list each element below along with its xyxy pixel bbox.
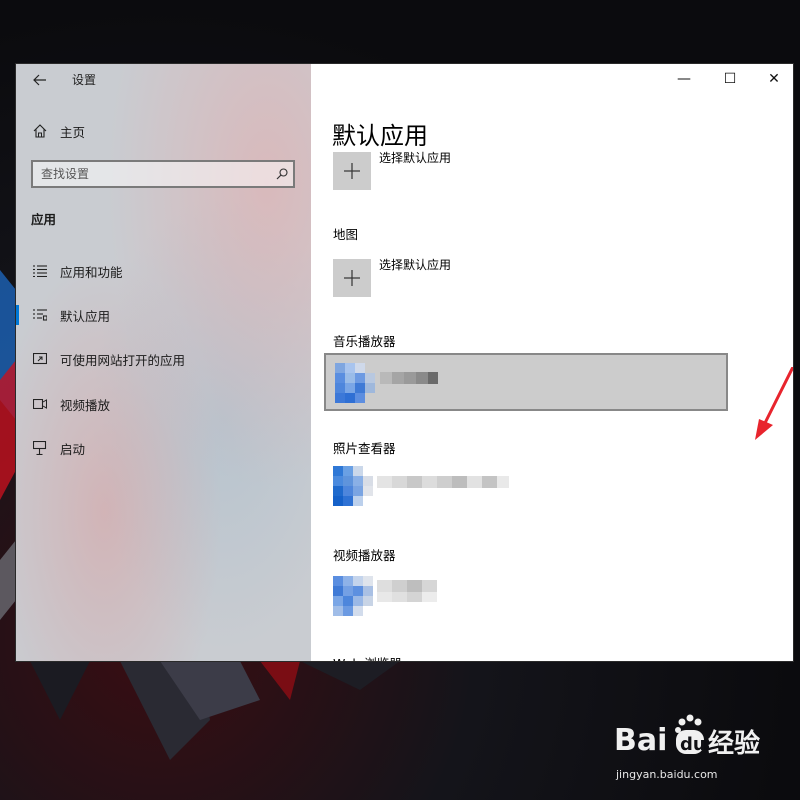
sidebar-item-home[interactable]: 主页 [16,111,311,151]
page-title: 默认应用 [332,122,428,150]
sidebar-item-default-apps[interactable]: 默认应用 [16,295,311,335]
category-label-video-player: 视频播放器 [333,548,396,563]
search-icon[interactable] [271,168,293,180]
app-name-blurred [380,369,440,388]
app-title: 设置 [72,73,97,87]
entry-label: 选择默认应用 [379,151,452,165]
choose-default-app-entry[interactable]: 选择默认应用 [333,258,452,297]
home-icon [32,123,48,139]
entry-label: 选择默认应用 [379,258,452,272]
svg-text:经验: 经验 [708,728,760,759]
watermark-url: jingyan.baidu.com [616,768,718,781]
sidebar-item-apps-features[interactable]: 应用和功能 [16,251,311,291]
sidebar: 设置 主页 应用 应用和功能 默认应用 [16,64,311,661]
sidebar-item-label: 主页 [60,124,86,140]
maximize-icon: ☐ [723,71,737,87]
default-apps-icon [32,307,48,323]
sidebar-item-startup[interactable]: 启动 [16,428,311,468]
apps-for-websites-icon [32,351,48,367]
sidebar-item-label: 可使用网站打开的应用 [60,352,186,368]
startup-icon [32,440,48,456]
video-player-app-button[interactable] [333,576,443,620]
settings-window: 设置 主页 应用 应用和功能 默认应用 [16,64,793,661]
svg-text:du: du [680,734,706,755]
video-playback-icon [32,396,48,412]
section-header-apps: 应用 [31,212,57,227]
baidu-jingyan-watermark: Bai du 经验 jingyan.baidu.com [610,710,790,790]
minimize-icon: — [677,71,691,87]
app-icon-blurred [335,363,375,407]
maximize-button[interactable]: ☐ [707,64,753,94]
svg-text:Bai: Bai [614,723,667,758]
category-label-music-player: 音乐播放器 [333,334,396,349]
search-field[interactable] [31,160,295,188]
sidebar-item-video-playback[interactable]: 视频播放 [16,384,311,424]
close-button[interactable]: ✕ [751,64,793,94]
close-icon: ✕ [768,71,780,87]
apps-features-icon [32,263,48,279]
search-input[interactable] [33,166,271,182]
plus-icon [333,259,371,297]
photo-viewer-app-button[interactable] [333,466,513,514]
main-content: — ☐ ✕ 默认应用 选择默认应用 地图 选择默认应用 音乐播放器 照片查看器 … [311,64,793,661]
sidebar-item-apps-for-websites[interactable]: 可使用网站打开的应用 [16,339,311,379]
category-label-web-browser: Web 浏览器 [333,653,402,661]
category-label-photo-viewer: 照片查看器 [333,441,396,456]
annotation-arrow [755,367,793,440]
category-label-maps: 地图 [333,227,359,242]
sidebar-item-label: 启动 [60,441,86,457]
sidebar-item-label: 视频播放 [60,397,111,413]
plus-icon [333,152,371,190]
sidebar-item-label: 默认应用 [60,308,111,324]
back-arrow-icon [33,74,46,86]
baidu-paw-logo: Bai du 经验 [614,714,760,759]
minimize-button[interactable]: — [661,64,707,94]
music-player-app-button[interactable] [324,353,728,411]
choose-default-app-entry[interactable]: 选择默认应用 [333,151,452,190]
back-button[interactable] [30,70,50,90]
sidebar-item-label: 应用和功能 [60,264,123,280]
